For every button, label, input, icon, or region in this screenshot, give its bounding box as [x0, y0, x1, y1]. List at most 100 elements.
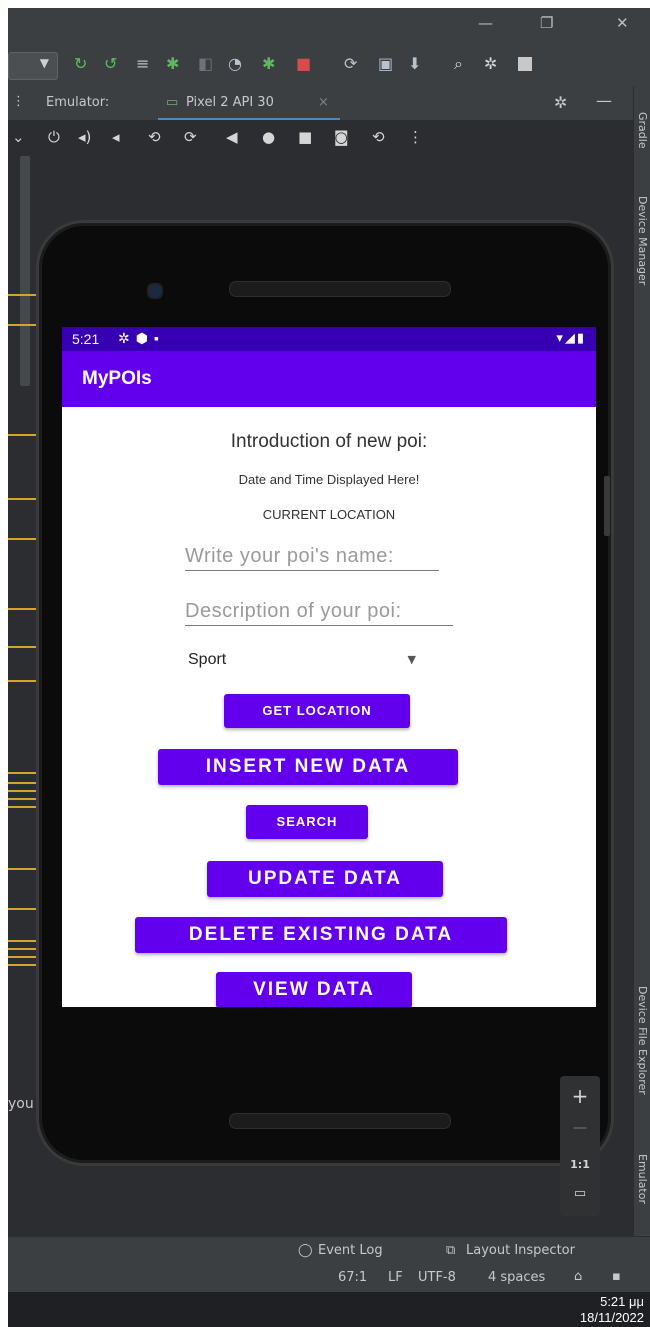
ruler-mark [8, 680, 36, 682]
lock-icon[interactable]: ⌂ [574, 1269, 582, 1284]
minimize-button[interactable]: — [478, 14, 493, 32]
layout-inspector-tab[interactable]: Layout Inspector [466, 1243, 575, 1258]
windows-taskbar: 5:21 μμ 18/11/2022 [8, 1292, 650, 1327]
file-encoding[interactable]: UTF-8 [418, 1270, 456, 1285]
ruler-mark [8, 646, 36, 648]
gradle-panel-tab[interactable]: Gradle [636, 112, 649, 149]
ruler-mark [8, 806, 36, 808]
category-value: Sport [188, 651, 227, 668]
scrollbar-thumb[interactable] [20, 156, 30, 386]
zoom-out-button[interactable]: — [560, 1120, 600, 1136]
phone-screen: 5:21 ✲⬢▪ ▾◢▮ MyPOIs Introduction of new … [62, 327, 596, 1007]
emulator-label: Emulator: [46, 95, 110, 110]
tab-pixel-2-api-30[interactable]: Pixel 2 API 30 [186, 95, 274, 110]
title-bar: — ❐ ✕ [8, 8, 650, 44]
hide-icon[interactable]: — [596, 91, 612, 110]
android-status-bar: 5:21 ✲⬢▪ ▾◢▮ [62, 327, 596, 351]
gear-icon[interactable]: ✲ [554, 93, 567, 112]
notifications-icon[interactable]: ▪ [612, 1269, 621, 1284]
search-icon[interactable]: ⌕ [454, 54, 463, 74]
collapse-icon[interactable]: ⌄ [12, 128, 25, 146]
taskbar-date: 18/11/2022 [579, 1310, 644, 1325]
screenshot-icon[interactable]: ◙ [334, 128, 349, 146]
emulator-controls: ⌄ ⏻ ◂) ◂ ⟲ ⟳ ◀ ● ■ ◙ ⟲ ⋮ [8, 120, 633, 156]
category-dropdown[interactable]: Sport ▼ [188, 649, 416, 673]
back-icon[interactable]: ◀ [226, 128, 238, 146]
update-data-button[interactable]: UPDATE DATA [207, 861, 443, 897]
gear-icon[interactable]: ✲ [484, 54, 497, 74]
search-button[interactable]: SEARCH [246, 805, 368, 839]
ruler-mark [8, 790, 36, 792]
debug-icon[interactable]: ✱ [166, 54, 179, 74]
page-heading: Introduction of new poi: [230, 431, 428, 452]
emulator-panel-tab[interactable]: Emulator [636, 1154, 649, 1204]
phone-side-button [604, 476, 610, 536]
ruler-mark [8, 498, 36, 500]
sync-icon[interactable]: ≡ [136, 54, 149, 74]
view-data-button[interactable]: VIEW DATA [216, 972, 412, 1007]
caret-position[interactable]: 67:1 [338, 1270, 367, 1285]
ruler-mark [8, 324, 36, 326]
debug-app-icon[interactable]: ✱ [262, 54, 275, 74]
app-bar: MyPOIs [62, 351, 596, 407]
configuration-dropdown[interactable]: ▼ [8, 52, 58, 80]
android-studio-window: — ❐ ✕ ▼ ↻ ↺ ≡ ✱ ◧ ◔ ✱ ■ | ⟳ ▣ ⬇ ⌕ ✲ ⋮ Em… [8, 8, 650, 1327]
volume-up-icon[interactable]: ◂) [78, 128, 91, 146]
chevron-down-icon: ▼ [39, 56, 49, 70]
close-button[interactable]: ✕ [616, 14, 629, 32]
profile-icon[interactable]: ◔ [228, 54, 242, 74]
event-log-icon[interactable]: ◯ [298, 1243, 313, 1258]
poi-name-input[interactable]: Write your poi's name: [185, 545, 439, 571]
layout-inspector-icon[interactable]: ⧉ [446, 1243, 455, 1258]
stop-icon[interactable]: ■ [296, 54, 311, 74]
zoom-1-1-button[interactable]: 1:1 [560, 1158, 600, 1171]
signal-battery-icons: ▾◢▮ [556, 330, 586, 345]
sdk-manager-icon[interactable]: ⬇ [408, 54, 421, 74]
ruler-mark [8, 782, 36, 784]
device-file-explorer-panel-tab[interactable]: Device File Explorer [636, 986, 649, 1095]
fit-screen-icon[interactable]: ▭ [560, 1186, 600, 1201]
ruler-mark [8, 868, 36, 870]
get-location-button[interactable]: GET LOCATION [224, 694, 410, 728]
volume-down-icon[interactable]: ◂ [112, 128, 120, 146]
apply-changes-icon[interactable]: ↻ [74, 54, 87, 74]
app-title: MyPOIs [82, 368, 152, 389]
rotate-left-icon[interactable]: ⟲ [148, 128, 161, 146]
ruler-mark [8, 434, 36, 436]
poi-description-input[interactable]: Description of your poi: [185, 600, 453, 626]
indent-setting[interactable]: 4 spaces [488, 1270, 545, 1285]
event-log-tab[interactable]: Event Log [318, 1243, 383, 1258]
ruler-mark [8, 948, 36, 950]
editor-text-fragment: you [8, 1096, 34, 1112]
power-icon[interactable]: ⏻ [48, 128, 60, 146]
more-options-icon[interactable]: ⋮ [12, 94, 25, 109]
line-separator[interactable]: LF [388, 1270, 403, 1285]
taskbar-time: 5:21 μμ [600, 1294, 644, 1309]
ruler-mark [8, 956, 36, 958]
current-location-text: CURRENT LOCATION [262, 507, 396, 522]
avatar[interactable] [518, 57, 532, 71]
ruler-mark [8, 294, 36, 296]
ruler-mark [8, 798, 36, 800]
ruler-mark [8, 608, 36, 610]
delete-data-button[interactable]: DELETE EXISTING DATA [135, 917, 507, 953]
attach-debugger-icon[interactable]: ◧ [198, 54, 213, 74]
right-tool-strip: Gradle Device Manager Device File Explor… [633, 86, 650, 1236]
snapshot-icon[interactable]: ⟲ [372, 128, 385, 146]
main-toolbar: ▼ ↻ ↺ ≡ ✱ ◧ ◔ ✱ ■ | ⟳ ▣ ⬇ ⌕ ✲ [8, 44, 650, 86]
home-icon[interactable]: ● [262, 128, 275, 146]
zoom-in-button[interactable]: + [560, 1084, 600, 1108]
maximize-button[interactable]: ❐ [540, 14, 553, 32]
overview-icon[interactable]: ■ [298, 128, 312, 146]
emulator-tab-bar: ⋮ Emulator: ▭ Pixel 2 API 30 × ✲ — [8, 86, 633, 121]
device-manager-icon[interactable]: ▣ [378, 54, 393, 74]
sync-gradle-icon[interactable]: ⟳ [344, 54, 357, 74]
rotate-right-icon[interactable]: ⟳ [184, 128, 197, 146]
bottom-speaker [229, 1113, 451, 1129]
insert-data-button[interactable]: INSERT NEW DATA [158, 749, 458, 785]
toolbar-separator: | [330, 54, 336, 73]
device-manager-panel-tab[interactable]: Device Manager [636, 196, 649, 285]
extended-controls-icon[interactable]: ⋮ [408, 128, 423, 146]
apply-code-changes-icon[interactable]: ↺ [104, 54, 117, 74]
close-tab-icon[interactable]: × [318, 95, 329, 110]
